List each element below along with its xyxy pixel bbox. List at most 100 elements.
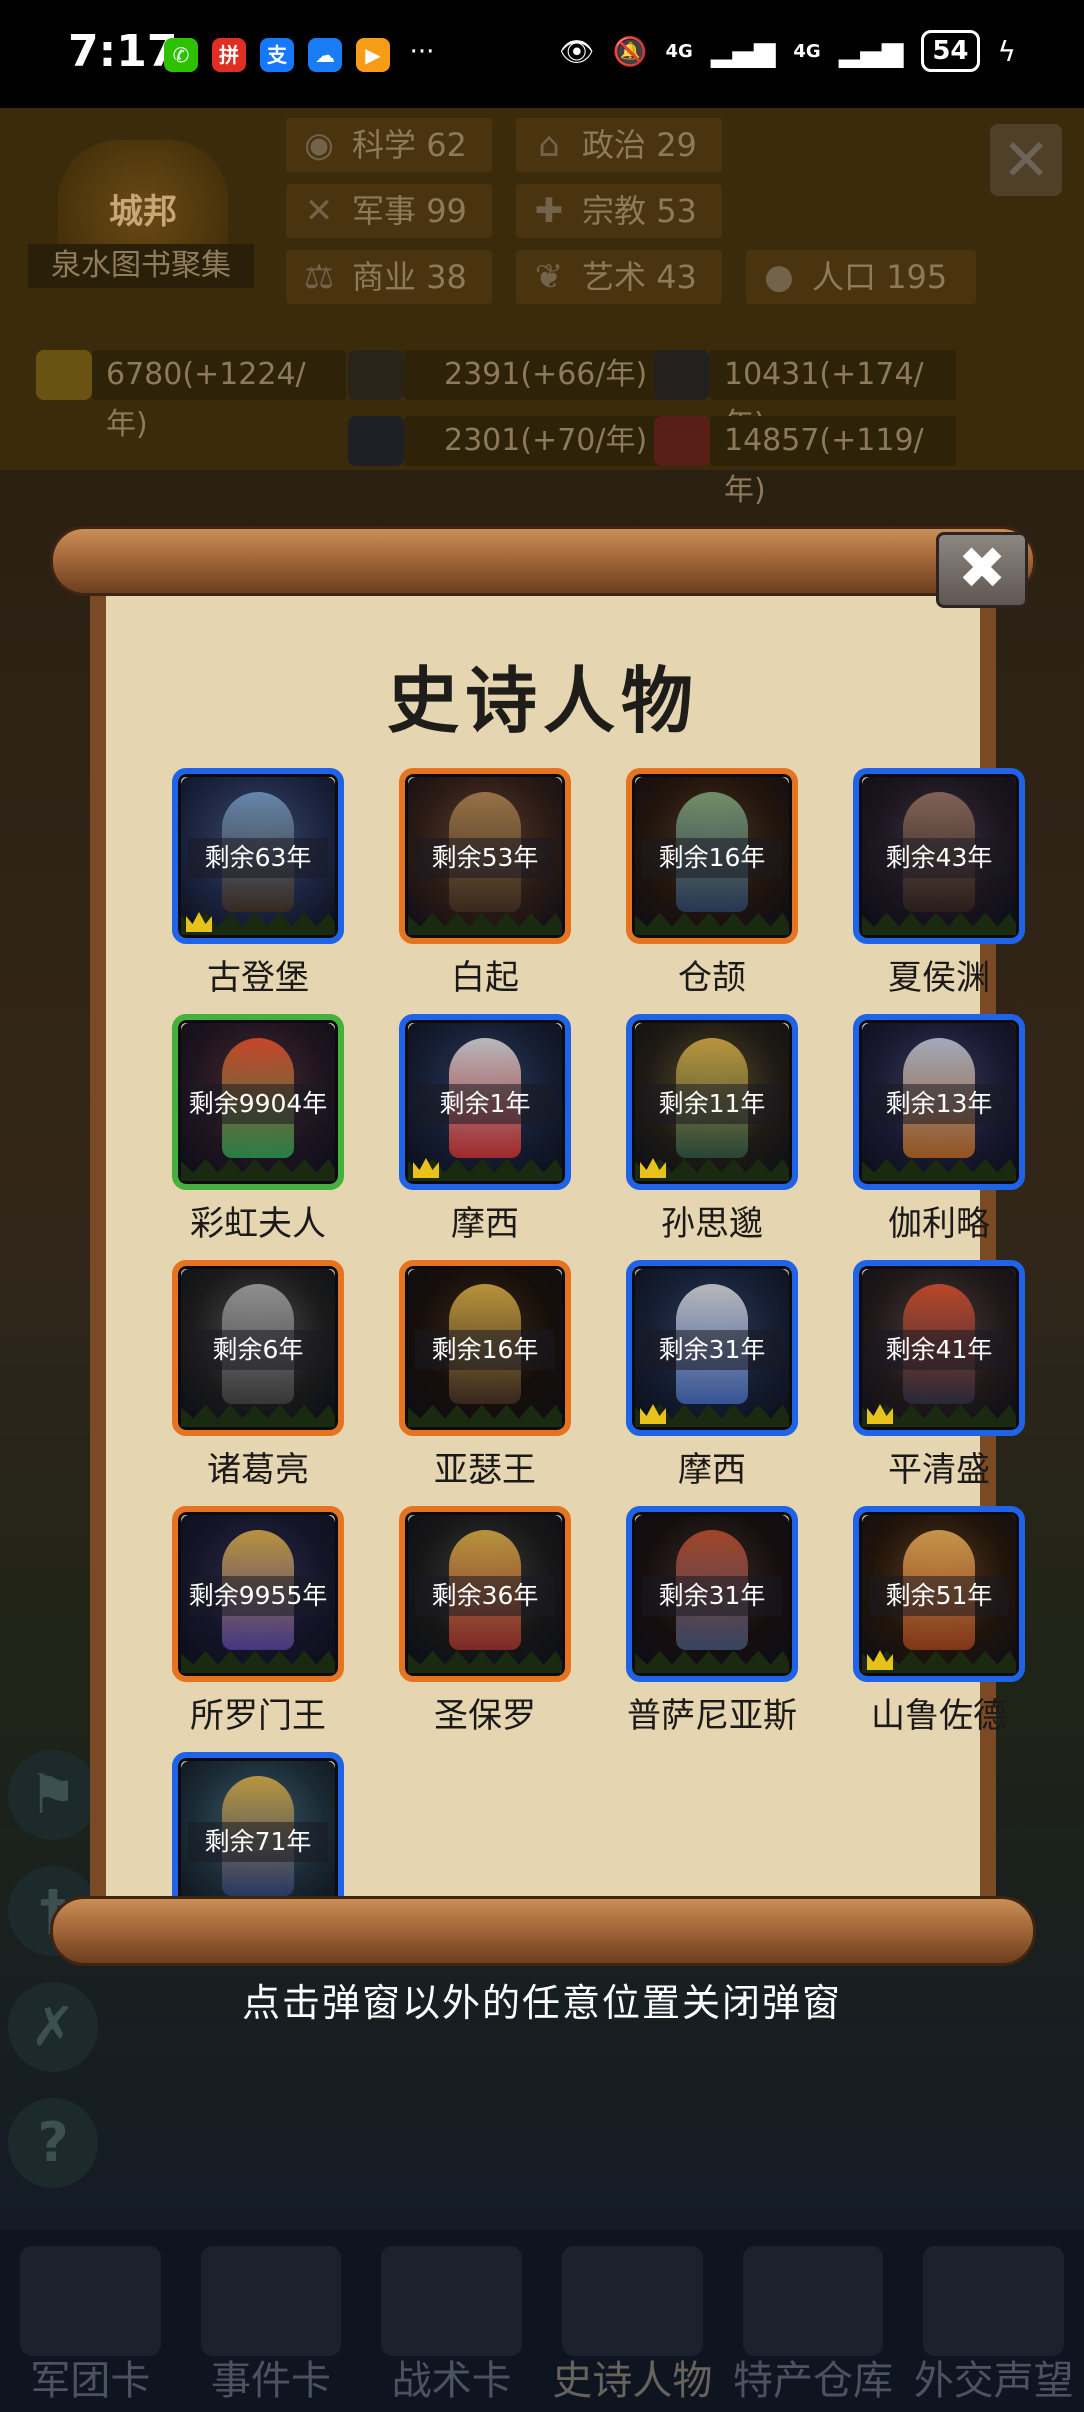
figure-card[interactable]: 剩余13年 伽利略 <box>853 1014 1025 1244</box>
iron-icon <box>348 416 404 466</box>
resource-wood: 2391(+66/年) <box>348 350 680 400</box>
figure-portrait: 剩余1年 <box>399 1014 571 1190</box>
nav-epic-figures[interactable]: 史诗人物 <box>542 2236 723 2412</box>
remaining-years: 剩余51年 <box>869 1576 1009 1616</box>
stat-religion: ✚ 宗教 53 <box>516 184 722 238</box>
figure-name: 仓颉 <box>678 958 746 998</box>
swords-icon: ✕ <box>304 191 334 231</box>
stat-value: 195 <box>886 258 948 296</box>
figure-card[interactable]: 剩余41年 平清盛 <box>853 1260 1025 1490</box>
remaining-years: 剩余16年 <box>642 838 782 878</box>
figure-card[interactable]: 剩余6年 诸葛亮 <box>172 1260 344 1490</box>
stat-label: 军事 <box>352 192 417 230</box>
figure-card[interactable]: 剩余9904年 彩虹夫人 <box>172 1014 344 1244</box>
figure-name: 白起 <box>451 958 519 998</box>
remaining-years: 剩余1年 <box>415 1084 555 1124</box>
nav-label: 战术卡 <box>391 2358 512 2404</box>
stat-label: 政治 <box>582 126 647 164</box>
remaining-years: 剩余53年 <box>415 838 555 878</box>
figure-card[interactable]: 剩余31年普萨尼亚斯 <box>626 1506 798 1736</box>
figure-card[interactable]: 剩余36年圣保罗 <box>399 1506 571 1736</box>
figure-card[interactable]: 剩余43年夏侯渊 <box>853 768 1025 998</box>
figure-card[interactable]: 剩余53年白起 <box>399 768 571 998</box>
stat-label: 商业 <box>352 258 417 296</box>
nav-tactic-card[interactable]: 战术卡 <box>361 2236 542 2412</box>
more-notifications-icon: ··· <box>409 37 435 67</box>
resource-iron: 2301(+70/年) <box>348 416 680 466</box>
figure-grid: 剩余63年 古登堡 剩余53年 白起 剩余16年 仓颉 剩余43年 夏侯渊 剩余9904年 彩虹夫… <box>172 768 1042 1902</box>
remaining-years: 剩余16年 <box>415 1330 555 1370</box>
scroll-rod-bottom <box>50 1896 1036 1966</box>
planet-icon: ◉ <box>304 125 334 165</box>
stat-value: 53 <box>656 192 697 230</box>
remaining-years: 剩余43年 <box>869 838 1009 878</box>
battery-level: 54 <box>921 30 980 72</box>
scales-icon: ⚖ <box>303 257 335 297</box>
parchment: 史诗人物 剩余63年 古登堡 剩余53年 白起 剩余16年 仓颉 剩余43年 夏侯渊 剩余990… <box>90 582 1025 1902</box>
stat-military: ✕ 军事 99 <box>286 184 492 238</box>
figure-name: 夏侯渊 <box>888 958 990 998</box>
figure-portrait: 剩余16年 <box>399 1260 571 1436</box>
nav-event-card[interactable]: 事件卡 <box>181 2236 362 2412</box>
city-name: 泉水图书聚集 <box>28 244 254 288</box>
bottom-nav: 军团卡 事件卡 战术卡 史诗人物 特产仓库 外交声望 <box>0 2236 1084 2412</box>
figure-name: 彩虹夫人 <box>190 1204 326 1244</box>
help-icon[interactable]: ? <box>8 2098 98 2188</box>
figure-name: 古登堡 <box>207 958 309 998</box>
nav-legion-card[interactable]: 军团卡 <box>0 2236 181 2412</box>
stat-commerce: ⚖ 商业 38 <box>286 250 492 304</box>
remaining-years: 剩余9955年 <box>188 1576 328 1616</box>
figure-name: 普萨尼亚斯 <box>627 1696 797 1736</box>
crown-icon <box>562 2246 703 2356</box>
resource-gold: 6780(+1224/年) <box>36 350 346 442</box>
stat-value: 62 <box>426 126 467 164</box>
figure-card[interactable]: 剩余1年 摩西 <box>399 1014 571 1244</box>
figure-name: 圣保罗 <box>434 1696 536 1736</box>
remaining-years: 剩余31年 <box>642 1576 782 1616</box>
figure-portrait: 剩余71年 <box>172 1752 344 1902</box>
helmet-icon <box>20 2246 161 2356</box>
figure-portrait: 剩余31年 <box>626 1506 798 1682</box>
status-bar: 7:17 ✆ 拼 支 ☁ ▶ ··· 👁 🔕 4G ▂▄▆ 4G ▂▄▆ 54 … <box>0 0 1084 108</box>
gold-coins-icon <box>36 350 92 400</box>
figure-portrait: 剩余9955年 <box>172 1506 344 1682</box>
figure-name: 所罗门王 <box>190 1696 326 1736</box>
figure-portrait: 剩余36年 <box>399 1506 571 1682</box>
close-button[interactable]: ✖ <box>936 532 1028 608</box>
figure-portrait: 剩余16年 <box>626 768 798 944</box>
figure-name: 亚瑟王 <box>434 1450 536 1490</box>
pinduoduo-icon: 拼 <box>212 38 246 72</box>
background-close-button[interactable]: ✕ <box>990 124 1062 196</box>
figure-card[interactable]: 剩余31年 摩西 <box>626 1260 798 1490</box>
figure-card[interactable]: 剩余16年仓颉 <box>626 768 798 998</box>
remaining-years: 剩余6年 <box>188 1330 328 1370</box>
nav-diplomacy[interactable]: 外交声望 <box>903 2236 1084 2412</box>
figure-portrait: 剩余13年 <box>853 1014 1025 1190</box>
chest-icon <box>742 2246 884 2356</box>
figure-card[interactable]: 剩余51年 山鲁佐德 <box>853 1506 1025 1736</box>
remaining-years: 剩余63年 <box>188 838 328 878</box>
figure-card[interactable]: 剩余63年古登堡 <box>172 768 344 998</box>
resource-meat: 14857(+119/年) <box>654 416 956 508</box>
remaining-years: 剩余11年 <box>642 1084 782 1124</box>
figure-name: 孙思邈 <box>661 1204 763 1244</box>
figure-card[interactable]: 剩余11年孙思邈 <box>626 1014 798 1244</box>
stat-value: 43 <box>656 258 697 296</box>
city-emblem[interactable]: 城邦 <box>58 140 228 260</box>
nav-label: 军团卡 <box>30 2358 151 2404</box>
meat-icon <box>654 416 710 466</box>
nav-specialty-warehouse[interactable]: 特产仓库 <box>723 2236 904 2412</box>
stat-population: ● 人口 195 <box>746 250 976 304</box>
figure-card[interactable]: 剩余16年亚瑟王 <box>399 1260 571 1490</box>
popup-title: 史诗人物 <box>386 658 699 743</box>
alipay-icon: 支 <box>260 38 294 72</box>
figure-card[interactable]: 剩余71年 <box>172 1752 344 1902</box>
figure-portrait: 剩余41年 <box>853 1260 1025 1436</box>
figure-portrait: 剩余63年 <box>172 768 344 944</box>
figure-portrait: 剩余53年 <box>399 768 571 944</box>
government-icon: ⌂ <box>538 125 560 165</box>
figure-portrait: 剩余6年 <box>172 1260 344 1436</box>
figure-card[interactable]: 剩余9955年 所罗门王 <box>172 1506 344 1736</box>
close-hint: 点击弹窗以外的任意位置关闭弹窗 <box>241 1981 842 2025</box>
notification-icons: ✆ 拼 支 ☁ ▶ ··· <box>164 38 440 72</box>
